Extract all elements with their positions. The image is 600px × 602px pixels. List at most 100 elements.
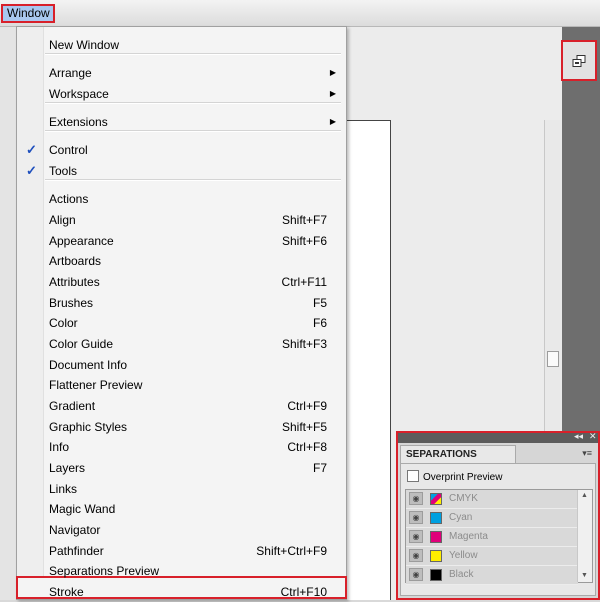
ink-swatch bbox=[430, 569, 442, 581]
menu-item-extensions[interactable]: Extensions ▶ bbox=[17, 112, 346, 132]
menu-item-attributes[interactable]: Attributes Ctrl+F11 bbox=[17, 272, 346, 292]
menu-bar: Window bbox=[0, 0, 600, 27]
menu-item-label: Arrange bbox=[49, 66, 92, 80]
ink-name: CMYK bbox=[449, 493, 478, 504]
ink-name: Yellow bbox=[449, 550, 478, 561]
menu-item-shortcut: Ctrl+F9 bbox=[287, 399, 327, 413]
ink-name: Black bbox=[449, 569, 474, 580]
scroll-up-icon[interactable]: ▲ bbox=[581, 492, 588, 499]
ink-swatch bbox=[430, 512, 442, 524]
ink-list: ◉ CMYK ◉ Cyan ◉ Magenta ◉ Yellow ◉ Black ▲ ▼ bbox=[405, 489, 593, 585]
eye-icon[interactable]: ◉ bbox=[409, 511, 423, 524]
menu-item-label: Artboards bbox=[49, 254, 102, 268]
overprint-preview-checkbox[interactable]: Overprint Preview bbox=[407, 470, 502, 483]
menu-item-flattener-preview[interactable]: Flattener Preview bbox=[17, 375, 346, 395]
panel-tab-separations-preview[interactable]: SEPARATIONS PREVIEW bbox=[400, 445, 516, 477]
check-icon: ✓ bbox=[26, 142, 37, 157]
menu-item-info[interactable]: Info Ctrl+F8 bbox=[17, 437, 346, 457]
menu-item-stroke[interactable]: Stroke Ctrl+F10 bbox=[17, 582, 346, 602]
menu-item-workspace[interactable]: Workspace ▶ bbox=[17, 84, 346, 104]
menu-item-label: Graphic Styles bbox=[49, 420, 128, 434]
menu-item-label: Flattener Preview bbox=[49, 378, 143, 392]
close-icon[interactable]: ✕ bbox=[589, 431, 597, 442]
separations-panel-dock-button[interactable] bbox=[561, 40, 597, 81]
menu-item-shortcut: F6 bbox=[312, 316, 327, 330]
menu-item-label: Separations Preview bbox=[49, 564, 160, 578]
eye-icon[interactable]: ◉ bbox=[409, 568, 423, 581]
menu-item-label: Color Guide bbox=[49, 337, 114, 351]
ink-row-cmyk[interactable]: ◉ CMYK bbox=[406, 490, 578, 509]
collapse-icon[interactable]: ◂◂ bbox=[574, 431, 583, 442]
menu-item-links[interactable]: Links bbox=[17, 479, 346, 499]
panel-body: Overprint Preview ◉ CMYK ◉ Cyan ◉ Magenta ◉ Yel… bbox=[400, 463, 596, 596]
menu-item-label: Control bbox=[49, 143, 88, 157]
menu-item-label: Info bbox=[49, 440, 70, 454]
menu-item-label: Workspace bbox=[49, 87, 109, 101]
ink-swatch bbox=[430, 531, 442, 543]
ink-name: Magenta bbox=[449, 531, 488, 542]
menu-item-label: Color bbox=[49, 316, 78, 330]
ink-swatch bbox=[430, 550, 442, 562]
menu-item-arrange[interactable]: Arrange ▶ bbox=[17, 63, 346, 83]
menu-item-shortcut: Ctrl+F8 bbox=[287, 440, 327, 454]
ink-name: Cyan bbox=[449, 512, 473, 523]
artboard[interactable] bbox=[340, 120, 391, 600]
menu-item-label: New Window bbox=[49, 38, 120, 52]
menu-item-separations-preview[interactable]: Separations Preview bbox=[17, 561, 346, 581]
left-tools-strip bbox=[0, 27, 17, 600]
menu-item-shortcut: F5 bbox=[312, 296, 327, 310]
ink-row-yellow[interactable]: ◉ Yellow bbox=[406, 547, 578, 566]
window-menu[interactable]: Window bbox=[1, 4, 55, 23]
eye-icon[interactable]: ◉ bbox=[409, 549, 423, 562]
menu-item-actions[interactable]: Actions bbox=[17, 189, 346, 209]
menu-item-label: Stroke bbox=[49, 585, 84, 599]
menu-item-shortcut: Ctrl+F10 bbox=[280, 585, 327, 599]
menu-item-label: Attributes bbox=[49, 275, 100, 289]
menu-item-label: Magic Wand bbox=[49, 502, 116, 516]
scroll-down-icon[interactable]: ▼ bbox=[581, 572, 588, 579]
menu-item-control[interactable]: ✓ Control bbox=[17, 140, 346, 160]
window-menu-dropdown: New Window Arrange ▶ Workspace ▶ Extensions ▶ ✓… bbox=[16, 26, 347, 600]
menu-item-navigator[interactable]: Navigator bbox=[17, 520, 346, 540]
ink-row-magenta[interactable]: ◉ Magenta bbox=[406, 528, 578, 547]
eye-icon[interactable]: ◉ bbox=[409, 492, 423, 505]
menu-item-label: Navigator bbox=[49, 523, 101, 537]
menu-item-color[interactable]: Color F6 bbox=[17, 313, 346, 333]
ink-row-cyan[interactable]: ◉ Cyan bbox=[406, 509, 578, 528]
eye-icon[interactable]: ◉ bbox=[409, 530, 423, 543]
menu-item-document-info[interactable]: Document Info bbox=[17, 355, 346, 375]
menu-item-artboards[interactable]: Artboards bbox=[17, 251, 346, 271]
menu-item-align[interactable]: Align Shift+F7 bbox=[17, 210, 346, 230]
ink-list-scrollbar[interactable]: ▲ ▼ bbox=[577, 490, 592, 582]
menu-item-label: Align bbox=[49, 213, 76, 227]
menu-item-shortcut: Shift+F5 bbox=[281, 420, 327, 434]
menu-item-magic-wand[interactable]: Magic Wand bbox=[17, 499, 346, 519]
menu-item-color-guide[interactable]: Color Guide Shift+F3 bbox=[17, 334, 346, 354]
menu-item-shortcut: Shift+F6 bbox=[281, 234, 327, 248]
menu-item-shortcut: Shift+F3 bbox=[281, 337, 327, 351]
menu-item-brushes[interactable]: Brushes F5 bbox=[17, 293, 346, 313]
menu-item-pathfinder[interactable]: Pathfinder Shift+Ctrl+F9 bbox=[17, 541, 346, 561]
submenu-arrow-icon: ▶ bbox=[329, 117, 336, 126]
check-icon: ✓ bbox=[26, 163, 37, 178]
scrollbar-thumb[interactable] bbox=[547, 351, 559, 367]
menu-item-shortcut: Shift+Ctrl+F9 bbox=[256, 544, 327, 558]
menu-item-shortcut: Ctrl+F11 bbox=[281, 275, 327, 289]
menu-item-appearance[interactable]: Appearance Shift+F6 bbox=[17, 231, 346, 251]
menu-item-shortcut: Shift+F7 bbox=[281, 213, 327, 227]
ink-row-black[interactable]: ◉ Black bbox=[406, 566, 578, 585]
menu-item-layers[interactable]: Layers F7 bbox=[17, 458, 346, 478]
separations-preview-panel: ◂◂ ✕ SEPARATIONS PREVIEW ▾≡ Overprint Pr… bbox=[396, 431, 600, 600]
menu-item-shortcut: F7 bbox=[312, 461, 327, 475]
checkbox-box[interactable] bbox=[407, 470, 419, 482]
menu-item-graphic-styles[interactable]: Graphic Styles Shift+F5 bbox=[17, 417, 346, 437]
menu-item-label: Appearance bbox=[49, 234, 114, 248]
panel-menu-icon[interactable]: ▾≡ bbox=[582, 448, 592, 459]
menu-item-gradient[interactable]: Gradient Ctrl+F9 bbox=[17, 396, 346, 416]
menu-item-label: Brushes bbox=[49, 296, 94, 310]
menu-item-tools[interactable]: ✓ Tools bbox=[17, 161, 346, 181]
menu-item-label: Document Info bbox=[49, 358, 128, 372]
menu-item-label: Extensions bbox=[49, 115, 108, 129]
menu-item-new-window[interactable]: New Window bbox=[17, 35, 346, 55]
panel-titlebar: ◂◂ ✕ bbox=[398, 431, 598, 443]
